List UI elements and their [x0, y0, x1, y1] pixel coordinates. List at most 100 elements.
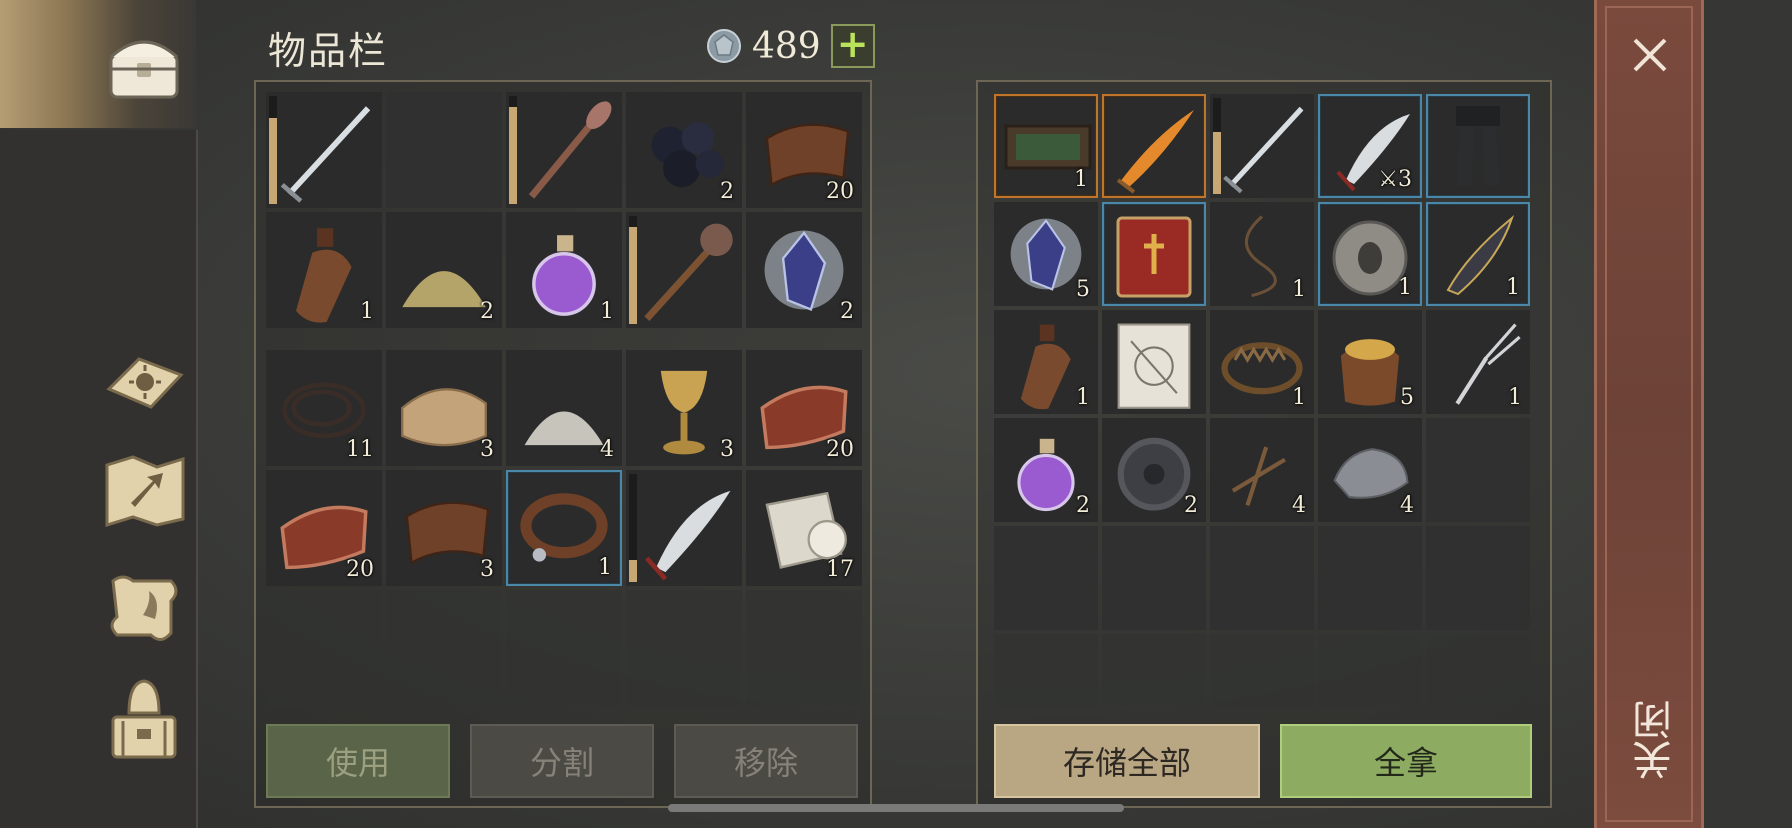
inventory-slot[interactable]: 20 [266, 470, 382, 586]
item-count: 1 [360, 299, 374, 324]
item-count: 1 [1076, 385, 1090, 410]
right-edge [1704, 0, 1792, 828]
empty-slot[interactable] [1210, 526, 1314, 630]
empty-slot[interactable] [1318, 634, 1422, 706]
inventory-slot[interactable]: 1 [1426, 202, 1530, 306]
item-count: 1 [1506, 275, 1520, 300]
inventory-slot[interactable]: 4 [506, 350, 622, 466]
inventory-slot[interactable] [1102, 94, 1206, 198]
crafting-map-icon[interactable] [96, 442, 192, 538]
empty-slot[interactable] [1318, 526, 1422, 630]
sidebar-active-tab[interactable] [0, 0, 196, 128]
close-icon[interactable] [1627, 32, 1673, 78]
inventory-slot[interactable]: 5 [1318, 310, 1422, 414]
inventory-slot[interactable]: 1 [506, 470, 622, 586]
inventory-slot[interactable]: 2 [626, 92, 742, 208]
inventory-slot[interactable]: 20 [746, 92, 862, 208]
sun-book-icon[interactable] [96, 328, 192, 424]
empty-slot[interactable] [1426, 634, 1530, 706]
inventory-slot[interactable]: 3 [386, 470, 502, 586]
inventory-slot[interactable]: 1 [994, 94, 1098, 198]
inventory-slot[interactable] [1102, 310, 1206, 414]
inventory-slot[interactable]: 17 [746, 470, 862, 586]
currency-amount: 489 [752, 25, 821, 67]
empty-slot[interactable] [746, 590, 862, 706]
inventory-slot[interactable] [1210, 94, 1314, 198]
empty-slot[interactable] [626, 590, 742, 706]
inventory-slot[interactable]: 5 [994, 202, 1098, 306]
inventory-slot[interactable]: 20 [746, 350, 862, 466]
store-all-button[interactable]: 存储全部 [994, 724, 1260, 798]
blueprint-icon [1117, 323, 1191, 409]
item-count: 1 [1508, 385, 1522, 410]
remove-button[interactable]: 移除 [674, 724, 858, 798]
use-button[interactable]: 使用 [266, 724, 450, 798]
take-all-button[interactable]: 全拿 [1280, 724, 1532, 798]
item-count: 4 [600, 437, 614, 462]
spiked-club-icon [528, 101, 612, 199]
chest-icon[interactable] [96, 18, 192, 114]
add-currency-button[interactable]: + [830, 24, 875, 68]
inventory-slot[interactable]: 2 [1102, 418, 1206, 522]
empty-slot[interactable] [1102, 634, 1206, 706]
inventory-slot[interactable]: 1 [266, 212, 382, 328]
durability-fill [1213, 131, 1221, 194]
split-button[interactable]: 分割 [470, 724, 654, 798]
inventory-slot[interactable]: 4 [1210, 418, 1314, 522]
empty-slot[interactable] [1426, 526, 1530, 630]
item-count: 4 [1292, 493, 1306, 518]
empty-slot[interactable] [994, 634, 1098, 706]
inventory-slot[interactable]: 1 [506, 212, 622, 328]
item-count: 20 [346, 557, 374, 582]
empty-slot[interactable] [506, 590, 622, 706]
empty-slot[interactable] [386, 92, 502, 208]
inventory-slot[interactable]: 11 [266, 350, 382, 466]
item-count: 1 [1074, 167, 1088, 192]
inventory-slot[interactable]: 4 [1318, 418, 1422, 522]
inventory-slot[interactable] [1426, 94, 1530, 198]
inventory-slot[interactable] [626, 212, 742, 328]
item-count: ⚔3 [1378, 167, 1412, 192]
item-count: 20 [826, 437, 854, 462]
close-panel[interactable]: 关闭 [1594, 0, 1704, 828]
quest-scroll-icon[interactable] [96, 560, 192, 656]
close-label[interactable]: 关闭 [1627, 700, 1685, 780]
empty-slot[interactable] [994, 526, 1098, 630]
inventory-slot[interactable]: 2 [746, 212, 862, 328]
durability-fill [629, 226, 637, 324]
durability-bar [1213, 98, 1221, 194]
inventory-slot[interactable]: 1 [1210, 310, 1314, 414]
inventory-slot[interactable]: 3 [386, 350, 502, 466]
storage-grid: 1 ⚔3 5 1 1 1 1 1 5 1 2 2 4 4 [994, 94, 1530, 706]
item-count: 2 [720, 179, 734, 204]
inventory-grid-top: 2 20 1 2 1 2 [266, 92, 862, 328]
inventory-slot[interactable]: 1 [1210, 202, 1314, 306]
inventory-slot[interactable] [626, 470, 742, 586]
character-icon[interactable] [96, 670, 192, 766]
inventory-title: 物品栏 [268, 29, 389, 73]
empty-slot[interactable] [1102, 526, 1206, 630]
item-count: 2 [1184, 493, 1198, 518]
empty-slot[interactable] [1210, 634, 1314, 706]
durability-fill [269, 117, 277, 204]
inventory-slot[interactable]: 2 [386, 212, 502, 328]
inventory-slot[interactable] [266, 92, 382, 208]
item-count: 2 [480, 299, 494, 324]
item-count: 5 [1400, 385, 1414, 410]
inventory-slot[interactable]: 3 [626, 350, 742, 466]
item-count: 3 [480, 557, 494, 582]
scimitar-icon [645, 490, 731, 581]
empty-slot[interactable] [266, 590, 382, 706]
item-count: 20 [826, 179, 854, 204]
inventory-slot[interactable]: 2 [994, 418, 1098, 522]
scrollbar[interactable] [668, 804, 1124, 812]
inventory-slot[interactable] [1102, 202, 1206, 306]
sword-icon [1223, 106, 1304, 194]
inventory-slot[interactable] [506, 92, 622, 208]
inventory-slot[interactable]: 1 [994, 310, 1098, 414]
inventory-slot[interactable]: ⚔3 [1318, 94, 1422, 198]
empty-slot[interactable] [1426, 418, 1530, 522]
inventory-slot[interactable]: 1 [1426, 310, 1530, 414]
inventory-slot[interactable]: 1 [1318, 202, 1422, 306]
empty-slot[interactable] [386, 590, 502, 706]
